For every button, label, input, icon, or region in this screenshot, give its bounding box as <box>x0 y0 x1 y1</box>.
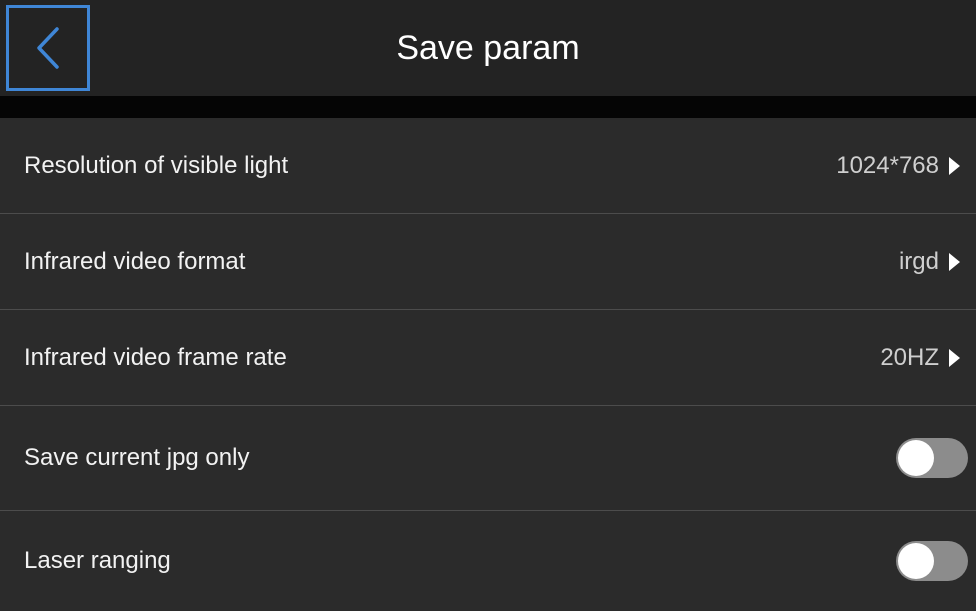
setting-row-infrared-frame-rate[interactable]: Infrared video frame rate 20HZ <box>0 310 976 406</box>
caret-right-icon <box>949 156 960 175</box>
caret-right-icon <box>949 252 960 271</box>
setting-label: Laser ranging <box>24 547 171 574</box>
setting-value-group[interactable]: 1024*768 <box>836 118 960 213</box>
header-divider <box>0 96 976 118</box>
setting-label: Infrared video frame rate <box>24 343 287 371</box>
laser-ranging-toggle[interactable] <box>896 541 968 581</box>
setting-row-laser-ranging: Laser ranging <box>0 511 976 607</box>
setting-value: irgd <box>898 247 939 275</box>
setting-label: Resolution of visible light <box>24 151 289 179</box>
setting-row-save-jpg-only: Save current jpg only <box>0 406 976 511</box>
setting-row-visible-resolution[interactable]: Resolution of visible light 1024*768 <box>0 118 976 214</box>
save-jpg-only-toggle[interactable] <box>896 438 968 478</box>
page-title: Save param <box>396 29 580 67</box>
setting-value-group[interactable]: 20HZ <box>880 310 960 405</box>
setting-value-group[interactable]: irgd <box>899 214 960 309</box>
setting-value: 20HZ <box>880 343 939 371</box>
settings-list: Resolution of visible light 1024*768 Inf… <box>0 118 976 607</box>
setting-value: 1024*768 <box>836 151 939 179</box>
back-button[interactable] <box>6 5 90 91</box>
caret-right-icon <box>949 348 960 367</box>
toggle-knob <box>898 440 934 476</box>
setting-label: Save current jpg only <box>24 444 250 471</box>
toggle-knob <box>898 543 934 579</box>
top-app-bar: Save param <box>0 0 976 96</box>
setting-label: Infrared video format <box>24 247 246 275</box>
setting-row-infrared-video-format[interactable]: Infrared video format irgd <box>0 214 976 310</box>
chevron-left-icon <box>37 27 59 69</box>
